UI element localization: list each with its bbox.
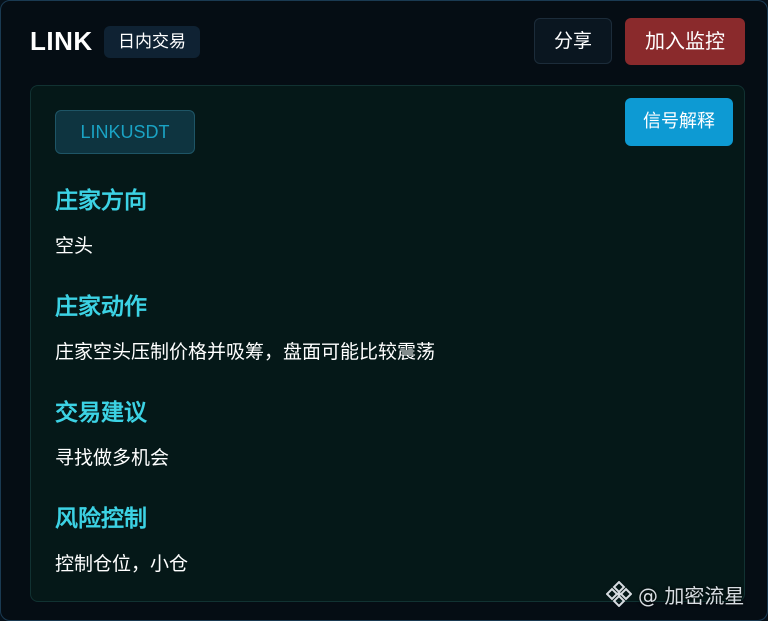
section-title-direction: 庄家方向 (55, 188, 147, 214)
section-title-advice: 交易建议 (55, 400, 147, 426)
ticker-badge: LINKUSDT (55, 110, 195, 154)
section-text-action: 庄家空头压制价格并吸筹，盘面可能比较震荡 (55, 341, 436, 363)
share-button[interactable]: 分享 (534, 18, 612, 64)
section-title-action: 庄家动作 (55, 294, 147, 320)
section-text-risk: 控制仓位，小仓 (55, 553, 189, 575)
section-text-direction: 空头 (55, 235, 94, 257)
watermark: @ 加密流星 (605, 580, 745, 608)
trade-mode-badge: 日内交易 (104, 26, 200, 58)
signal-explain-button[interactable]: 信号解释 (625, 98, 733, 146)
section-title-risk: 风险控制 (55, 506, 147, 532)
symbol-title: LINK (30, 26, 93, 56)
binance-icon (605, 580, 633, 608)
watermark-text: @ 加密流星 (638, 583, 745, 608)
section-text-advice: 寻找做多机会 (55, 447, 170, 469)
add-monitor-button[interactable]: 加入监控 (625, 18, 745, 65)
header: LINK 日内交易 分享 加入监控 (0, 0, 768, 84)
signal-card: LINKUSDT 信号解释 庄家方向 空头 庄家动作 庄家空头压制价格并吸筹，盘… (30, 85, 745, 602)
